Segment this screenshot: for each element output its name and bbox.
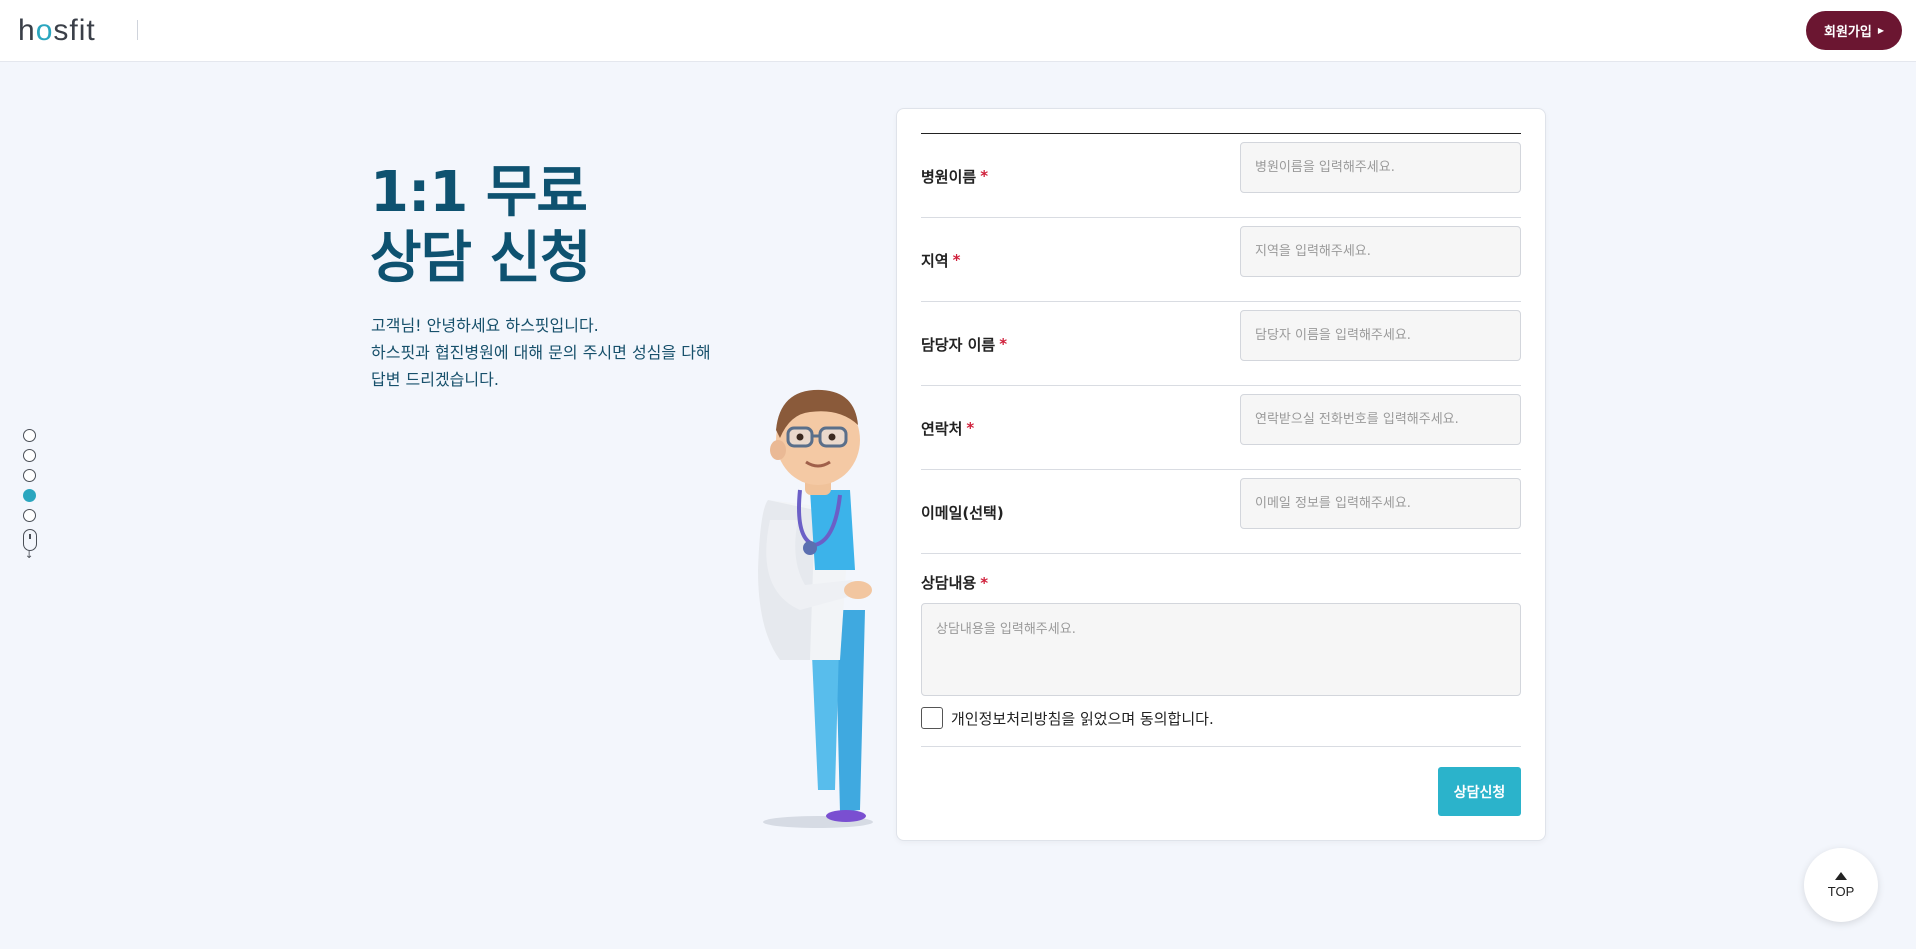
section-dot-1[interactable] [23, 429, 36, 442]
consultation-form: 병원이름* 지역* 담당자 이름* 연락처* 이메일(선택) 상담내용* 개인정… [896, 108, 1546, 841]
required-mark: * [980, 167, 989, 185]
label-text: 이메일(선택) [921, 503, 1004, 522]
section-dot-2[interactable] [23, 449, 36, 462]
privacy-agree-checkbox[interactable] [921, 707, 943, 729]
label-text: 상담내용 [921, 574, 977, 592]
label-text: 지역 [921, 251, 949, 270]
intro-description: 고객님! 안녕하세요 하스핏입니다. 하스핏과 협진병원에 대해 문의 주시면 … [371, 312, 771, 393]
region-input[interactable] [1240, 226, 1521, 277]
manager-name-input[interactable] [1240, 310, 1521, 361]
signup-button[interactable]: 회원가입 ▶ [1806, 11, 1902, 50]
desc-line-3: 답변 드리겠습니다. [371, 370, 499, 389]
title-line-1: 1:1 무료 [370, 160, 588, 225]
form-row-phone: 연락처 * [921, 386, 1521, 470]
email-input[interactable] [1240, 478, 1521, 529]
desc-line-1: 고객님! 안녕하세요 하스핏입니다. [371, 316, 599, 335]
label-text: 연락처 [921, 419, 963, 438]
field-label-manager-name: 담당자 이름 * [921, 302, 1007, 386]
required-mark: * [980, 574, 989, 592]
scroll-top-button[interactable]: TOP [1804, 848, 1878, 922]
top-label: TOP [1827, 883, 1855, 899]
desc-line-2: 하스핏과 협진병원에 대해 문의 주시면 성심을 다해 [371, 343, 711, 362]
field-label-region: 지역 * [921, 218, 960, 302]
form-row-email: 이메일(선택) [921, 470, 1521, 554]
mouse-scroll-icon [23, 529, 37, 551]
field-label-hospital-name: 병원이름 * [921, 134, 988, 218]
form-row-manager-name: 담당자 이름 * [921, 302, 1521, 386]
hospital-name-input[interactable] [1240, 142, 1521, 193]
privacy-agree[interactable]: 개인정보처리방침을 읽었으며 동의합니다. [921, 706, 1214, 730]
field-label-content: 상담내용 * [921, 572, 988, 593]
content-textarea[interactable] [921, 603, 1521, 696]
section-nav: ↓ [23, 429, 37, 561]
scroll-down-icon: ↓ [25, 550, 34, 561]
form-row-region: 지역 * [921, 218, 1521, 302]
site-header: hosfit 회원가입 ▶ [0, 0, 1916, 62]
arrow-up-icon [1835, 871, 1847, 880]
privacy-agree-label: 개인정보처리방침을 읽었으며 동의합니다. [951, 709, 1214, 728]
phone-input[interactable] [1240, 394, 1521, 445]
page-title: 1:1 무료 상담 신청 [370, 160, 592, 292]
section-dot-3[interactable] [23, 469, 36, 482]
required-mark: * [952, 251, 961, 269]
label-text: 담당자 이름 [921, 335, 996, 354]
logo-text: hosfit [18, 14, 96, 47]
form-bottom-divider [921, 746, 1521, 747]
label-text: 병원이름 [921, 167, 977, 186]
field-label-email: 이메일(선택) [921, 470, 1008, 554]
submit-button[interactable]: 상담신청 [1438, 767, 1521, 816]
required-mark: * [999, 335, 1008, 353]
header-divider [137, 20, 138, 40]
form-row-hospital-name: 병원이름 * [921, 134, 1521, 218]
title-line-2: 상담 신청 [370, 226, 592, 291]
field-label-phone: 연락처 * [921, 386, 974, 470]
required-mark: * [966, 419, 975, 437]
doctor-illustration [758, 389, 873, 828]
section-dot-4[interactable] [23, 489, 36, 502]
play-arrow-icon: ▶ [1877, 26, 1884, 35]
logo[interactable]: hosfit [18, 14, 96, 47]
signup-label: 회원가입 [1824, 25, 1872, 40]
section-dot-5[interactable] [23, 509, 36, 522]
